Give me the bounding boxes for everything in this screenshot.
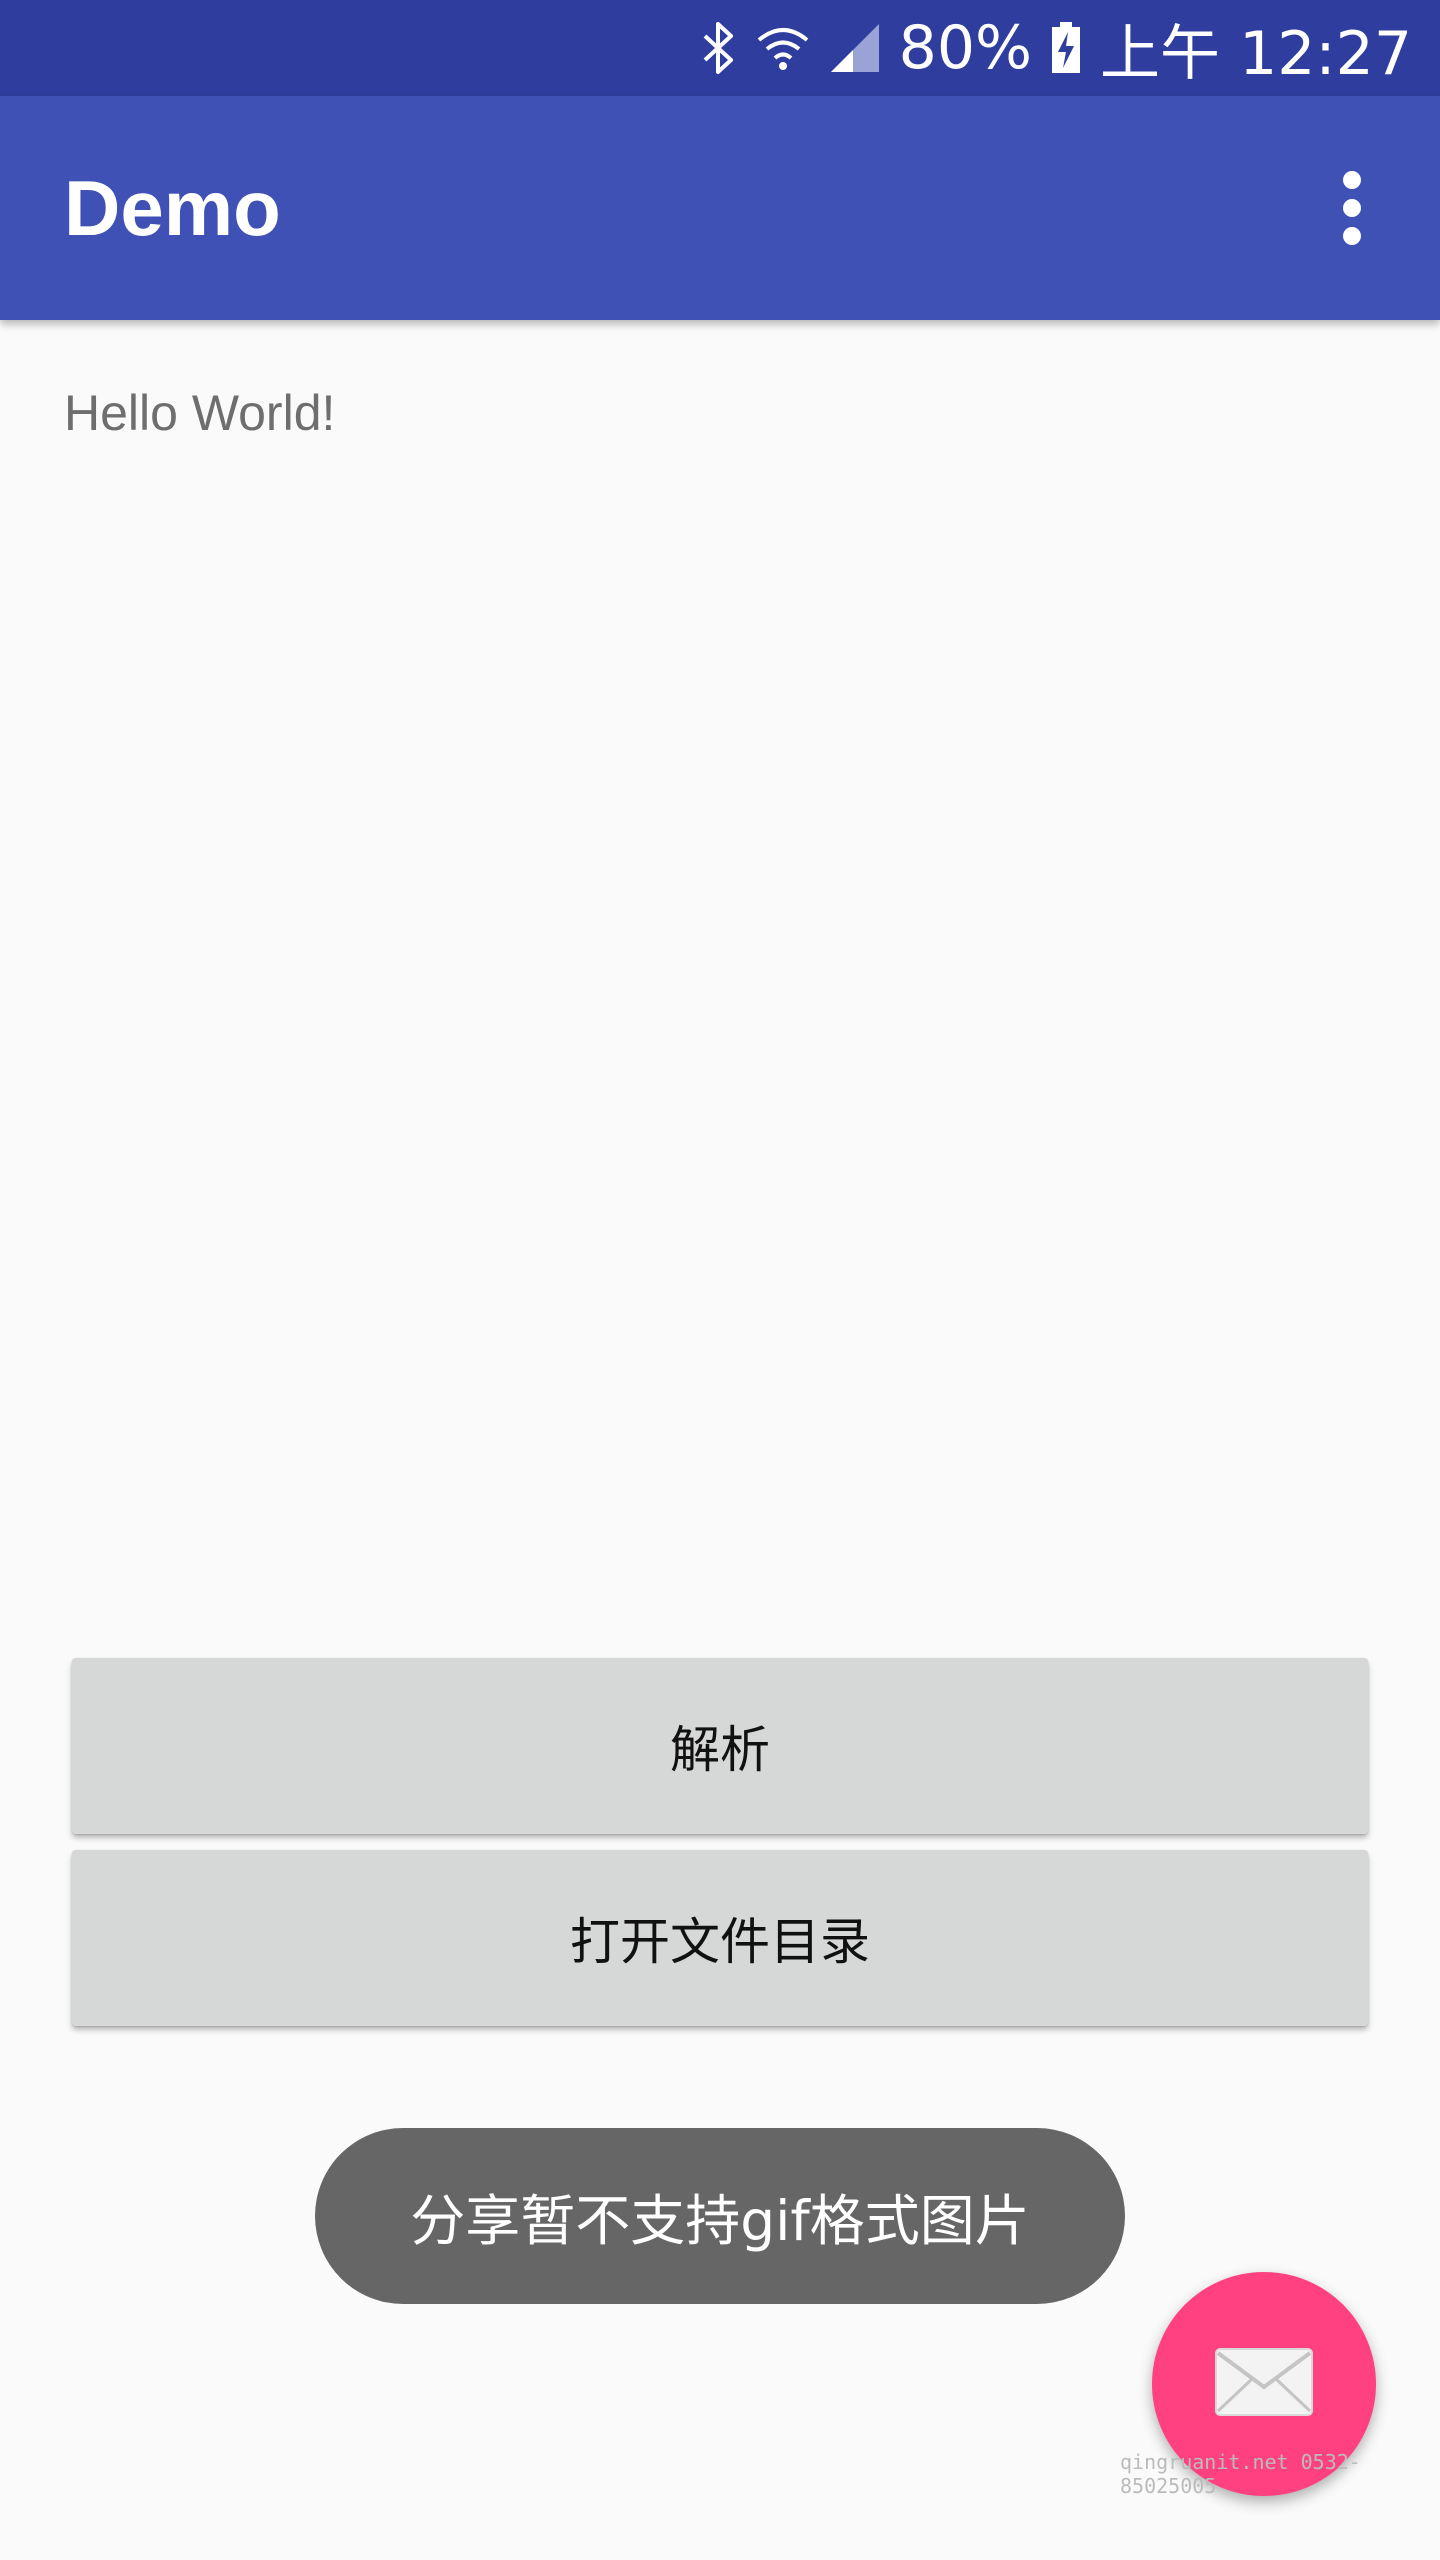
open-directory-button[interactable]: 打开文件目录	[72, 1850, 1368, 2026]
bluetooth-icon	[701, 20, 737, 76]
more-vert-icon[interactable]	[1304, 96, 1400, 320]
status-bar: 80% 上午 12:27	[0, 0, 1440, 96]
toast-message: 分享暂不支持gif格式图片	[410, 2189, 1030, 2253]
clock: 上午 12:27	[1100, 18, 1412, 89]
app-bar: Demo	[0, 96, 1440, 320]
battery-text: 80%	[898, 13, 1033, 83]
hello-text: Hello World!	[64, 385, 336, 441]
wifi-icon	[755, 20, 811, 76]
battery-charging-icon	[1050, 20, 1082, 76]
parse-button[interactable]: 解析	[72, 1658, 1368, 1834]
watermark: qingruanit.net 0532-85025005	[1120, 2450, 1361, 2498]
toast: 分享暂不支持gif格式图片	[315, 2128, 1125, 2304]
mail-icon	[1214, 2347, 1314, 2422]
cell-signal-icon	[829, 20, 881, 76]
app-title: Demo	[64, 163, 281, 252]
status-icons: 80% 上午 12:27	[701, 0, 1412, 96]
